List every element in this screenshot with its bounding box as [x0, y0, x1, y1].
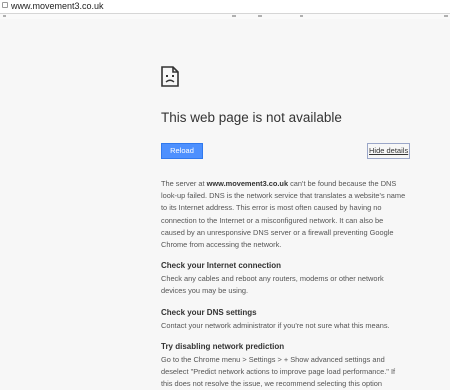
- error-details: The server at www.movement3.co.uk can't …: [161, 178, 406, 390]
- sad-page-icon: [161, 66, 179, 87]
- tab-marker: [444, 15, 448, 17]
- url-text[interactable]: www.movement3.co.uk: [11, 0, 104, 12]
- suggestion-heading: Check your DNS settings: [161, 307, 257, 317]
- tab-marker: [3, 15, 6, 17]
- page-title: This web page is not available: [161, 110, 342, 125]
- error-description: The server at www.movement3.co.uk can't …: [161, 179, 406, 250]
- suggestion-prediction: Try disabling network prediction Go to t…: [161, 340, 406, 390]
- tab-strip: [0, 14, 450, 19]
- reload-button[interactable]: Reload: [161, 143, 203, 159]
- address-bar[interactable]: www.movement3.co.uk: [0, 0, 450, 14]
- failed-host: www.movement3.co.uk: [206, 179, 289, 188]
- tab-marker: [258, 15, 262, 17]
- hide-details-button[interactable]: Hide details: [367, 143, 411, 159]
- suggestion-heading: Check your Internet connection: [161, 261, 282, 271]
- suggestion-text: Contact your network administrator if yo…: [161, 320, 390, 330]
- suggestion-dns: Check your DNS settings Contact your net…: [161, 306, 406, 332]
- suggestion-text: Check any cables and reboot any routers,…: [161, 274, 384, 296]
- suggestion-text: Go to the Chrome menu > Settings > + Sho…: [161, 354, 396, 389]
- tab-marker: [300, 15, 303, 17]
- page-info-icon[interactable]: [2, 2, 8, 8]
- suggestion-heading: Try disabling network prediction: [161, 341, 285, 351]
- suggestion-internet: Check your Internet connection Check any…: [161, 259, 406, 297]
- tab-marker: [232, 15, 236, 17]
